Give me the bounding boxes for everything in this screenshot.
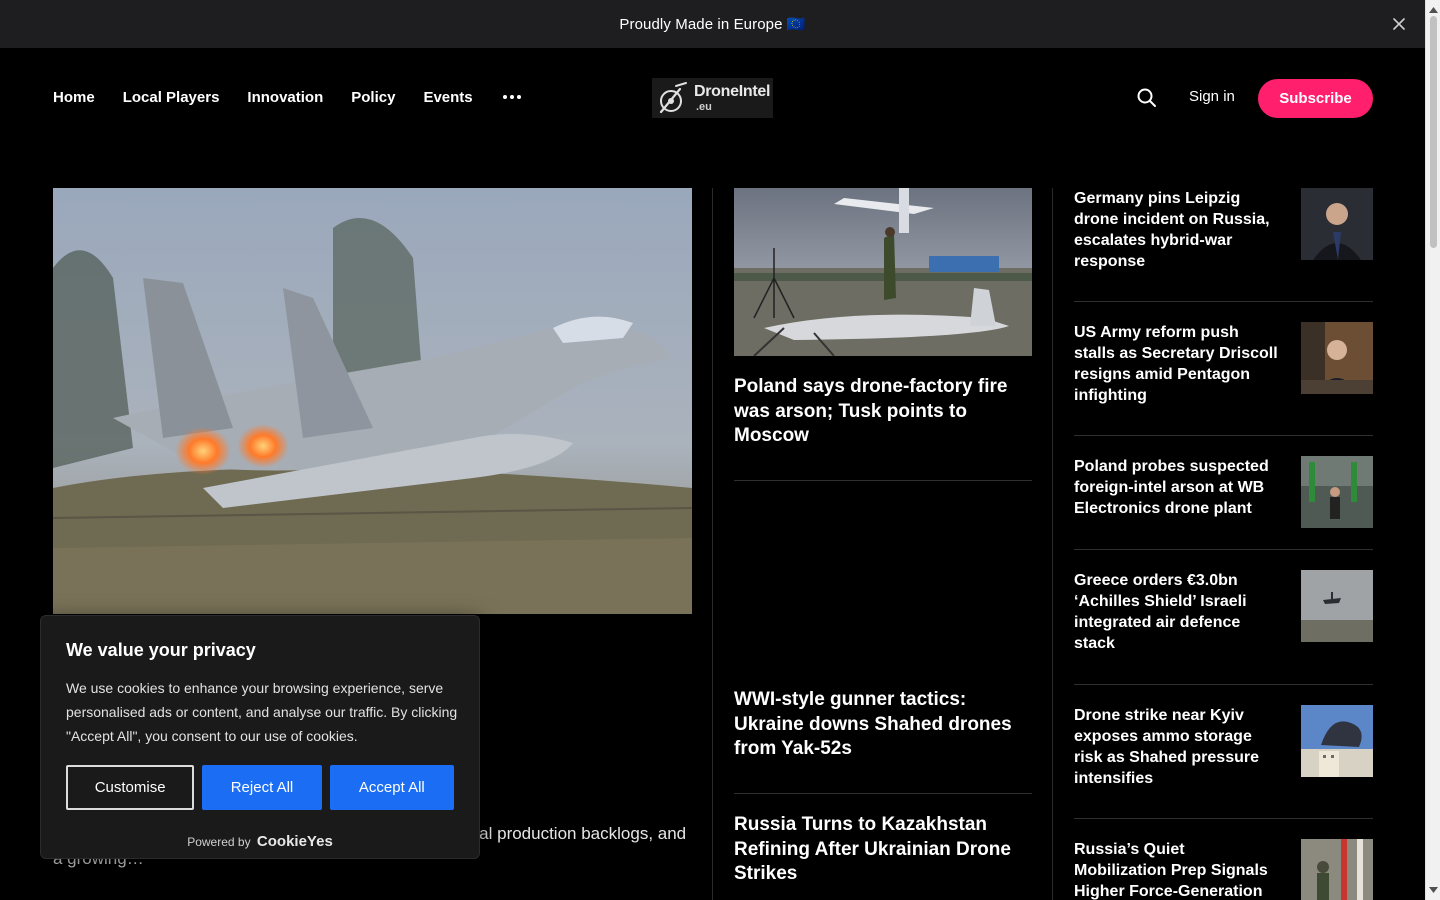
sidebar-article-thumbnail[interactable] xyxy=(1301,188,1373,260)
article-separator xyxy=(1074,435,1373,436)
cookie-powered-by: Powered by CookieYes xyxy=(66,833,454,850)
logo-suffix: .eu xyxy=(696,101,712,113)
sidebar-article[interactable]: US Army reform push stalls as Secretary … xyxy=(1074,322,1373,406)
powered-by-label: Powered by xyxy=(187,835,251,849)
cookie-title: We value your privacy xyxy=(66,640,256,660)
column-divider xyxy=(1052,188,1053,900)
middle-article-title[interactable]: WWI-style gunner tactics: Ukraine downs … xyxy=(734,688,1032,762)
logo-name: DroneIntel xyxy=(694,83,771,100)
nav-home[interactable]: Home xyxy=(53,89,95,106)
article-separator xyxy=(1074,301,1373,302)
nav-local-players[interactable]: Local Players xyxy=(123,89,220,106)
close-icon[interactable] xyxy=(1387,12,1411,36)
article-separator xyxy=(734,480,1032,481)
nav-events[interactable]: Events xyxy=(423,89,472,106)
cookieyes-brand[interactable]: CookieYes xyxy=(257,833,333,850)
sidebar-article-title[interactable]: Poland probes suspected foreign-intel ar… xyxy=(1074,456,1279,519)
subscribe-button[interactable]: Subscribe xyxy=(1258,79,1373,118)
article-separator xyxy=(1074,818,1373,819)
sidebar-article-thumbnail[interactable] xyxy=(1301,456,1373,528)
page-scrollbar[interactable] xyxy=(1425,0,1440,900)
main-nav: Home Local Players Innovation Policy Eve… xyxy=(53,87,523,107)
search-icon[interactable] xyxy=(1136,87,1158,109)
middle-article-title[interactable]: Poland says drone-factory fire was arson… xyxy=(734,375,1032,449)
sidebar-article[interactable]: Russia’s Quiet Mobilization Prep Signals… xyxy=(1074,839,1373,900)
announcement-bar: Proudly Made in Europe 🇪🇺 xyxy=(0,0,1425,48)
cookie-consent-banner: We value your privacy We use cookies to … xyxy=(40,615,480,859)
announcement-text: Proudly Made in Europe 🇪🇺 xyxy=(619,16,806,33)
sidebar-article-thumbnail[interactable] xyxy=(1301,839,1373,900)
scroll-down-arrow-icon[interactable] xyxy=(1429,884,1438,896)
more-menu-ellipsis-icon[interactable] xyxy=(501,87,523,107)
article-separator xyxy=(1074,684,1373,685)
sidebar-article[interactable]: Greece orders €3.0bn ‘Achilles Shield’ I… xyxy=(1074,570,1373,654)
reject-all-button[interactable]: Reject All xyxy=(202,765,322,810)
site-logo[interactable]: DroneIntel .eu xyxy=(652,78,773,118)
scrollbar-thumb[interactable] xyxy=(1430,16,1437,248)
sidebar-article-thumbnail[interactable] xyxy=(1301,570,1373,642)
middle-article-title[interactable]: Russia Turns to Kazakhstan Refining Afte… xyxy=(734,813,1032,887)
customise-button[interactable]: Customise xyxy=(66,765,195,810)
sidebar-article[interactable]: Germany pins Leipzig drone incident on R… xyxy=(1074,188,1373,272)
sidebar-article[interactable]: Poland probes suspected foreign-intel ar… xyxy=(1074,456,1373,528)
sign-in-link[interactable]: Sign in xyxy=(1189,88,1235,105)
sidebar-article-title[interactable]: Russia’s Quiet Mobilization Prep Signals… xyxy=(1074,839,1279,900)
middle-article-image[interactable] xyxy=(734,188,1032,356)
hero-article-image[interactable] xyxy=(53,188,692,614)
cookie-actions: Customise Reject All Accept All xyxy=(66,765,454,810)
article-separator xyxy=(1074,549,1373,550)
site-header: Home Local Players Innovation Policy Eve… xyxy=(0,48,1425,148)
article-separator xyxy=(734,793,1032,794)
sidebar-article-title[interactable]: Germany pins Leipzig drone incident on R… xyxy=(1074,188,1279,272)
column-divider xyxy=(712,188,713,900)
accept-all-button[interactable]: Accept All xyxy=(329,765,454,810)
drone-logo-icon xyxy=(659,82,687,114)
sidebar-article-title[interactable]: Drone strike near Kyiv exposes ammo stor… xyxy=(1074,705,1279,789)
sidebar-article-title[interactable]: US Army reform push stalls as Secretary … xyxy=(1074,322,1279,406)
sidebar-article[interactable]: Drone strike near Kyiv exposes ammo stor… xyxy=(1074,705,1373,789)
sidebar-article-thumbnail[interactable] xyxy=(1301,322,1373,394)
sidebar-article-thumbnail[interactable] xyxy=(1301,705,1373,777)
nav-innovation[interactable]: Innovation xyxy=(247,89,323,106)
cookie-description: We use cookies to enhance your browsing … xyxy=(66,680,458,744)
sidebar-article-title[interactable]: Greece orders €3.0bn ‘Achilles Shield’ I… xyxy=(1074,570,1279,654)
scroll-up-arrow-icon[interactable] xyxy=(1429,4,1438,16)
nav-policy[interactable]: Policy xyxy=(351,89,395,106)
